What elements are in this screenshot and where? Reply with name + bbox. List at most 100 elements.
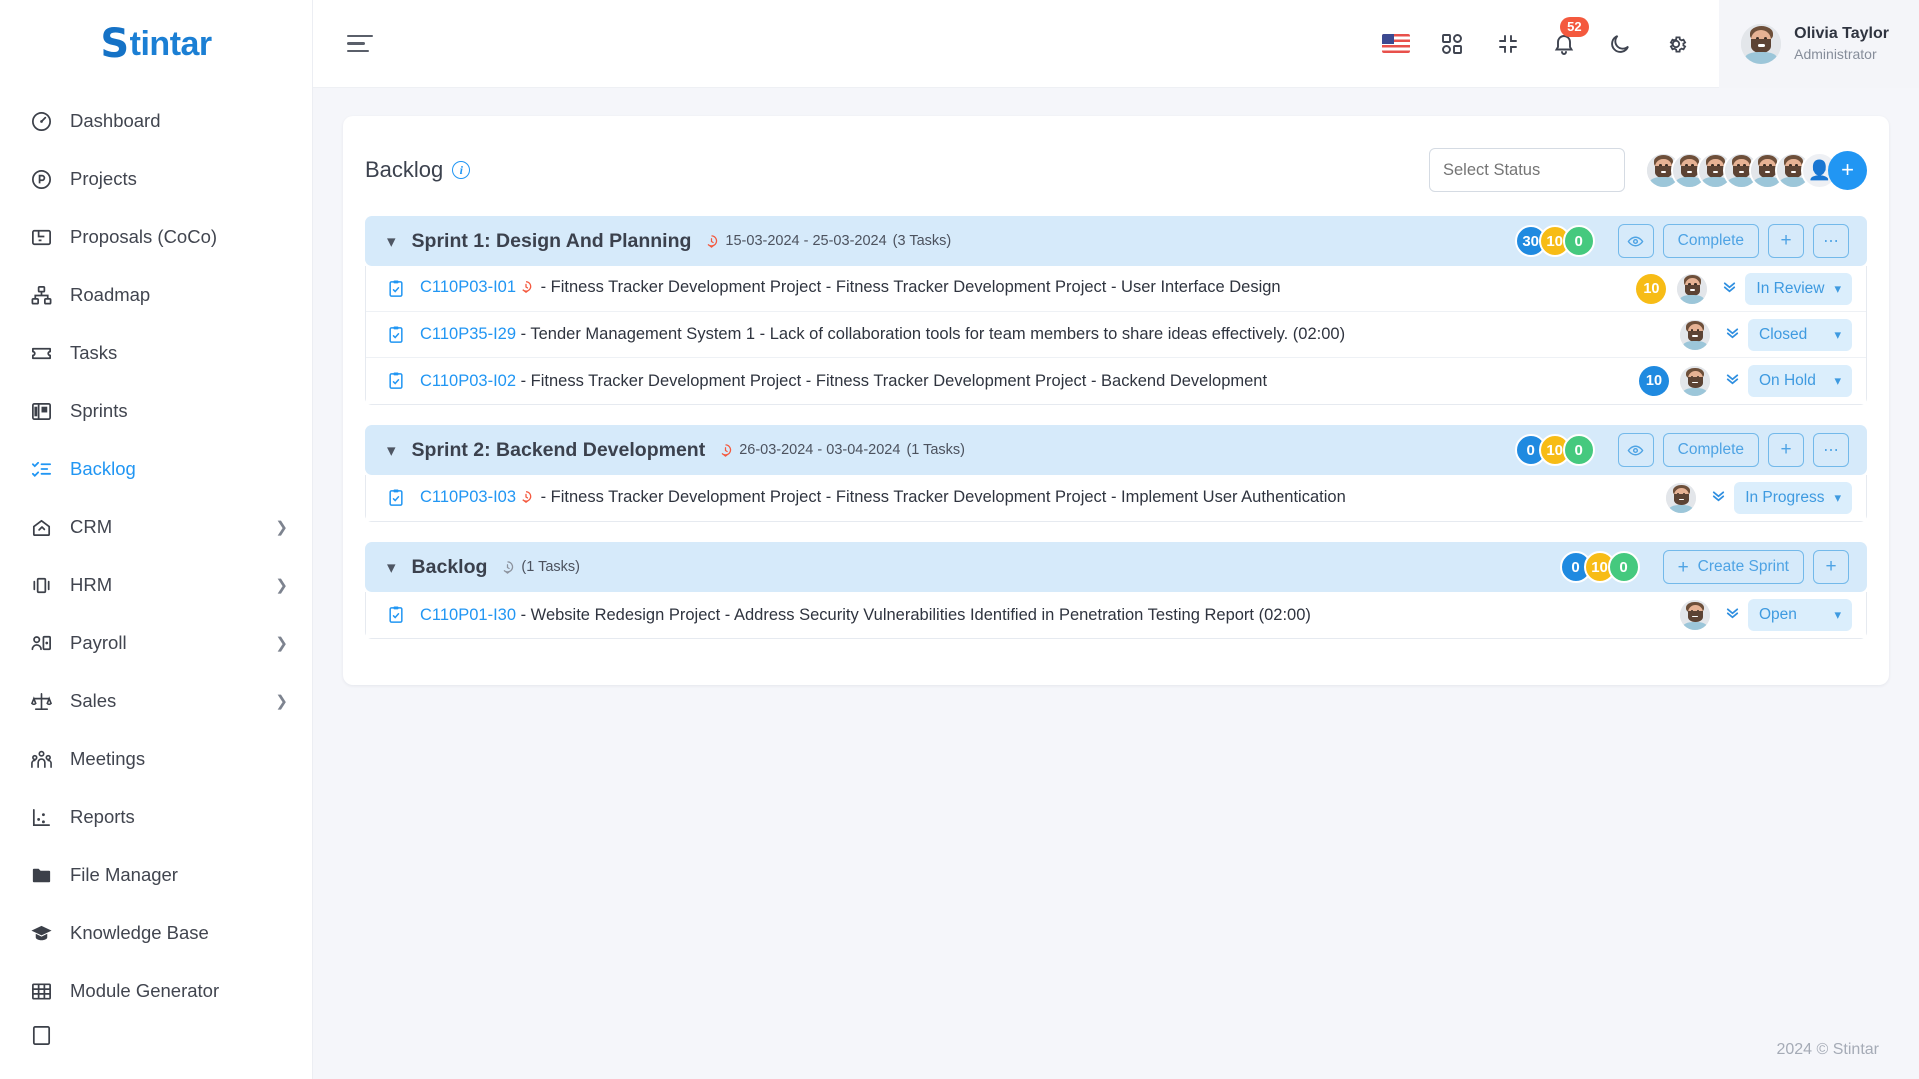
info-icon[interactable]: i [452,161,471,179]
chevron-down-icon: ▾ [1834,490,1841,505]
dark-mode-moon-icon[interactable] [1605,29,1635,59]
create-sprint-button[interactable]: + Create Sprint [1662,550,1804,584]
preview-button[interactable] [1617,433,1654,467]
sprint-group: ▾ Backlog (1 Tasks) 0 10 0 + Create Sprint + C110… [365,542,1867,639]
task-code[interactable]: C110P03-I02 [420,372,516,390]
menu-toggle-button[interactable] [347,27,381,61]
apps-grid-icon[interactable] [1437,29,1467,59]
task-assignee-avatar[interactable] [1666,483,1697,513]
double-chevron-down-icon[interactable] [1723,603,1742,627]
more-options-button[interactable]: ⋯ [1813,224,1849,258]
group-dates: 15-03-2024 - 25-03-2024 [725,233,887,249]
sidebar-item-dashboard[interactable]: Dashboard [0,92,312,150]
select-status-input[interactable] [1429,148,1625,192]
group-task-count: (1 Tasks) [521,559,580,575]
sidebar-item-crm[interactable]: CRM ❯ [0,498,312,556]
sidebar-item-partial[interactable] [0,1020,312,1050]
user-profile-menu[interactable]: Olivia Taylor Administrator [1719,0,1919,88]
task-status-dropdown[interactable]: Closed ▾ [1748,318,1852,351]
collapse-caret-icon[interactable]: ▾ [387,233,396,250]
table-row[interactable]: C110P01-I30 - Website Redesign Project -… [366,592,1866,638]
sidebar-item-roadmap[interactable]: Roadmap [0,266,312,324]
task-status-dropdown[interactable]: Open ▾ [1748,599,1852,631]
sidebar-item-tasks[interactable]: Tasks [0,324,312,382]
table-row[interactable]: C110P03-I03 - Fitness Tracker Developmen… [366,475,1866,521]
task-description: - Fitness Tracker Development Project - … [536,278,1281,296]
more-options-button[interactable]: ⋯ [1813,433,1849,467]
sidebar-item-backlog[interactable]: Backlog [0,440,312,498]
tasks-icon [28,340,54,366]
notifications-bell-icon[interactable]: 52 [1549,16,1589,59]
collapse-caret-icon[interactable]: ▾ [387,442,396,459]
copyright-text: 2024 © Stintar [1776,1041,1879,1058]
double-chevron-down-icon[interactable] [1720,277,1739,301]
table-row[interactable]: C110P03-I01 - Fitness Tracker Developmen… [366,266,1866,312]
sidebar-item-file-manager[interactable]: File Manager [0,846,312,904]
task-code[interactable]: C110P01-I30 [420,606,516,624]
sidebar-item-label: Backlog [70,458,136,479]
add-task-button[interactable]: + [1768,433,1804,467]
sidebar-item-label: Roadmap [70,284,151,305]
task-status-label: Closed [1759,325,1808,343]
task-assignee-avatar[interactable] [1677,273,1708,304]
folder-icon [28,862,54,888]
footer: 2024 © Stintar [313,1021,1919,1079]
sidebar-item-label: HRM [70,574,113,595]
task-status-dropdown[interactable]: In Review ▾ [1745,272,1852,305]
group-header: ▾ Backlog (1 Tasks) 0 10 0 + Create Sprint + [365,542,1867,592]
add-member-button[interactable]: + [1828,150,1867,190]
add-task-button[interactable]: + [1768,224,1804,258]
urgent-clock-icon [519,490,533,509]
sidebar-item-label: Dashboard [70,110,161,131]
double-chevron-down-icon[interactable] [1723,323,1742,347]
task-code[interactable]: C110P03-I03 [420,488,516,506]
brand-logo[interactable]: Stintar [0,0,312,88]
task-list: C110P03-I01 - Fitness Tracker Developmen… [365,266,1867,405]
complete-sprint-button[interactable]: Complete [1662,433,1759,467]
chevron-right-icon: ❯ [275,519,288,536]
sidebar-item-proposals-coco[interactable]: Proposals (CoCo) [0,208,312,266]
sidebar-item-module-generator[interactable]: Module Generator [0,962,312,1020]
task-title: C110P35-I29 - Tender Management System 1… [420,325,1345,344]
group-title: Backlog [411,555,488,578]
eye-icon [1627,445,1644,455]
language-flag-icon[interactable] [1381,29,1411,59]
double-chevron-down-icon[interactable] [1709,486,1728,510]
task-code[interactable]: C110P03-I01 [420,278,516,296]
preview-button[interactable] [1617,224,1654,258]
sidebar-item-sprints[interactable]: Sprints [0,382,312,440]
sidebar-item-knowledge-base[interactable]: Knowledge Base [0,904,312,962]
urgent-clock-icon [519,280,533,299]
sidebar-item-meetings[interactable]: Meetings [0,730,312,788]
collapse-caret-icon[interactable]: ▾ [387,559,396,576]
sidebar: Stintar Dashboard Projects Proposals (CoCo… [0,0,313,1079]
sidebar-item-hrm[interactable]: HRM ❯ [0,556,312,614]
task-points-badge: 10 [1639,366,1669,396]
settings-gear-icon[interactable] [1661,29,1691,59]
task-assignee-avatar[interactable] [1680,319,1710,350]
task-status-dropdown[interactable]: On Hold ▾ [1748,365,1852,397]
sidebar-item-label: Knowledge Base [70,922,209,943]
task-assignee-avatar[interactable] [1680,600,1710,630]
backlog-card-header: Backlog i 👤+ [365,138,1867,216]
payroll-icon [28,630,54,656]
group-counter: 0 [1562,434,1595,466]
table-row[interactable]: C110P03-I02 - Fitness Tracker Developmen… [366,358,1866,404]
sprints-icon [28,398,54,424]
table-row[interactable]: C110P35-I29 - Tender Management System 1… [366,312,1866,358]
reports-icon [28,804,54,830]
backlog-icon [28,456,54,482]
user-role: Administrator [1794,45,1877,62]
sidebar-item-projects[interactable]: Projects [0,150,312,208]
task-assignee-avatar[interactable] [1680,366,1710,396]
sidebar-item-sales[interactable]: Sales ❯ [0,672,312,730]
fullscreen-exit-icon[interactable] [1493,29,1523,59]
complete-sprint-button[interactable]: Complete [1662,224,1759,258]
sidebar-item-reports[interactable]: Reports [0,788,312,846]
add-task-button[interactable]: + [1813,550,1849,584]
task-code[interactable]: C110P35-I29 [420,325,516,343]
sidebar-item-payroll[interactable]: Payroll ❯ [0,614,312,672]
task-status-dropdown[interactable]: In Progress ▾ [1734,482,1852,514]
double-chevron-down-icon[interactable] [1723,369,1742,393]
backlog-card: Backlog i 👤+ ▾ Sprint 1: Design And Plann… [343,116,1889,685]
